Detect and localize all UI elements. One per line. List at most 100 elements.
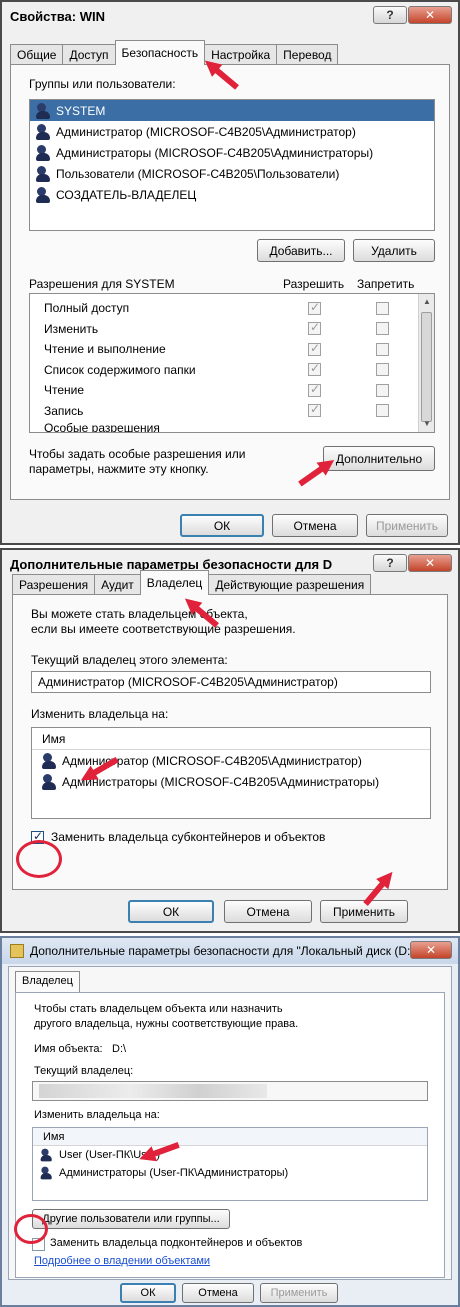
tab-strip: Общие Доступ Безопасность Настройка Пере… xyxy=(10,40,339,65)
tab-effective-permissions[interactable]: Действующие разрешения xyxy=(208,574,372,595)
advanced-hint-line1: Чтобы задать особые разрешения или xyxy=(29,447,246,461)
tab-general[interactable]: Общие xyxy=(10,44,64,65)
advanced-hint-line2: параметры, нажмите эту кнопку. xyxy=(29,462,209,476)
tab-translate[interactable]: Перевод xyxy=(276,44,339,65)
tab-strip: Владелец xyxy=(15,971,80,992)
ok-button[interactable]: ОК xyxy=(180,514,264,537)
user-icon xyxy=(40,1148,54,1162)
change-owner-label: Изменить владельца на: xyxy=(31,707,169,721)
allow-checkbox[interactable] xyxy=(308,382,321,397)
help-icon[interactable]: ? xyxy=(373,554,407,572)
owner-info-line1: Чтобы стать владельцем объекта или назна… xyxy=(34,1003,283,1015)
permission-row: Особые разрешения xyxy=(44,421,160,433)
deny-checkbox[interactable] xyxy=(376,383,389,397)
owner-info-line2: другого владельца, нужны соответствующие… xyxy=(34,1018,299,1030)
replace-owner-label: Заменить владельца подконтейнеров и объе… xyxy=(50,1237,303,1249)
red-circle-annotation xyxy=(16,840,62,878)
ok-button[interactable]: ОК xyxy=(120,1283,176,1303)
tab-strip: Разрешения Аудит Владелец Действующие ра… xyxy=(12,570,372,595)
allow-checkbox[interactable] xyxy=(308,361,321,377)
apply-button[interactable]: Применить xyxy=(366,514,448,537)
add-button[interactable]: Добавить... xyxy=(257,239,345,262)
tab-owner[interactable]: Владелец xyxy=(139,570,210,595)
apply-button[interactable]: Применить xyxy=(260,1283,338,1303)
remove-button[interactable]: Удалить xyxy=(353,239,435,262)
deny-checkbox[interactable] xyxy=(376,322,389,336)
vertical-scrollbar[interactable]: ▲ ▼ xyxy=(418,294,434,432)
allow-checkbox[interactable] xyxy=(308,300,321,315)
deny-checkbox[interactable] xyxy=(376,301,389,315)
allow-header: Разрешить xyxy=(283,277,345,291)
deny-header: Запретить xyxy=(357,277,415,291)
title-bar: Дополнительные параметры безопасности дл… xyxy=(2,938,458,964)
ownership-help-link[interactable]: Подробнее о владении объектами xyxy=(34,1255,210,1267)
current-owner-field xyxy=(32,1081,428,1101)
title-buttons: ? ✕ xyxy=(373,554,452,572)
deny-checkbox[interactable] xyxy=(376,404,389,418)
tab-owner[interactable]: Владелец xyxy=(15,971,80,992)
user-group-icon xyxy=(36,186,52,203)
user-group-icon xyxy=(36,165,52,182)
tab-audit[interactable]: Аудит xyxy=(94,574,141,595)
scroll-up-icon[interactable]: ▲ xyxy=(419,294,434,310)
object-name-label: Имя объекта: xyxy=(34,1043,103,1055)
advanced-button[interactable]: Дополнительно xyxy=(323,446,435,471)
user-group-icon xyxy=(36,102,52,119)
help-icon[interactable]: ? xyxy=(373,6,407,24)
other-users-button[interactable]: Другие пользователи или группы... xyxy=(32,1209,230,1229)
user-icon xyxy=(36,123,52,140)
title-buttons: ✕ xyxy=(410,941,452,959)
ok-button[interactable]: ОК xyxy=(128,900,214,923)
close-icon[interactable]: ✕ xyxy=(410,941,452,959)
close-icon[interactable]: ✕ xyxy=(408,554,452,572)
advanced-security-dialog-vista: Дополнительные параметры безопасности дл… xyxy=(0,936,460,1307)
permission-row: Чтение xyxy=(30,380,434,401)
folder-icon xyxy=(10,944,24,958)
list-item[interactable]: Администраторы (User-ПК\Администраторы) xyxy=(33,1164,427,1182)
user-group-icon xyxy=(42,773,58,790)
scroll-down-icon[interactable]: ▼ xyxy=(419,416,434,432)
permission-row: Запись xyxy=(30,401,434,422)
owners-list[interactable]: Имя User (User-ПК\User) Администраторы (… xyxy=(32,1127,428,1201)
allow-checkbox[interactable] xyxy=(308,320,321,336)
owner-panel: Вы можете стать владельцем объекта, если… xyxy=(12,594,448,890)
tab-security[interactable]: Безопасность xyxy=(114,40,206,65)
advanced-security-dialog: Дополнительные параметры безопасности дл… xyxy=(0,548,460,933)
user-group-icon xyxy=(40,1166,54,1180)
list-item[interactable]: SYSTEM xyxy=(30,100,434,121)
allow-checkbox[interactable] xyxy=(308,341,321,356)
object-name-value: D:\ xyxy=(112,1043,127,1055)
allow-checkbox[interactable] xyxy=(308,402,321,418)
list-item[interactable]: Администраторы (MICROSOF-C4B205\Админист… xyxy=(30,142,434,163)
list-item[interactable]: Администратор (MICROSOF-C4B205\Администр… xyxy=(30,121,434,142)
user-group-icon xyxy=(36,144,52,161)
cancel-button[interactable]: Отмена xyxy=(224,900,312,923)
tab-sharing[interactable]: Доступ xyxy=(62,44,116,65)
cancel-button[interactable]: Отмена xyxy=(272,514,358,537)
cancel-button[interactable]: Отмена xyxy=(182,1283,254,1303)
title-buttons: ? ✕ xyxy=(373,6,452,24)
deny-checkbox[interactable] xyxy=(376,363,389,377)
owner-panel: Чтобы стать владельцем объекта или назна… xyxy=(15,992,445,1278)
tab-permissions[interactable]: Разрешения xyxy=(12,574,96,595)
deny-checkbox[interactable] xyxy=(376,342,389,356)
permission-row: Чтение и выполнение xyxy=(30,339,434,360)
current-owner-label: Текущий владелец этого элемента: xyxy=(31,653,228,667)
name-column-header[interactable]: Имя xyxy=(33,1128,427,1146)
content-frame: Владелец Чтобы стать владельцем объекта … xyxy=(8,966,452,1280)
scroll-thumb[interactable] xyxy=(421,312,432,422)
blurred-owner-value xyxy=(39,1084,267,1098)
change-owner-label: Изменить владельца на: xyxy=(34,1109,160,1121)
permissions-list[interactable]: Полный доступ Изменить Чтение и выполнен… xyxy=(29,293,435,433)
window-title: Дополнительные параметры безопасности дл… xyxy=(30,944,419,958)
name-column-header[interactable]: Имя xyxy=(32,728,430,750)
list-item[interactable]: User (User-ПК\User) xyxy=(33,1146,427,1164)
users-list[interactable]: SYSTEM Администратор (MICROSOF-C4B205\Ад… xyxy=(29,99,435,231)
close-icon[interactable]: ✕ xyxy=(408,6,452,24)
list-item[interactable]: СОЗДАТЕЛЬ-ВЛАДЕЛЕЦ xyxy=(30,184,434,205)
permission-row: Полный доступ xyxy=(30,298,434,319)
user-icon xyxy=(42,752,58,769)
list-item[interactable]: Пользователи (MICROSOF-C4B205\Пользовате… xyxy=(30,163,434,184)
permission-row: Изменить xyxy=(30,319,434,340)
permissions-for-label: Разрешения для SYSTEM xyxy=(29,277,175,291)
